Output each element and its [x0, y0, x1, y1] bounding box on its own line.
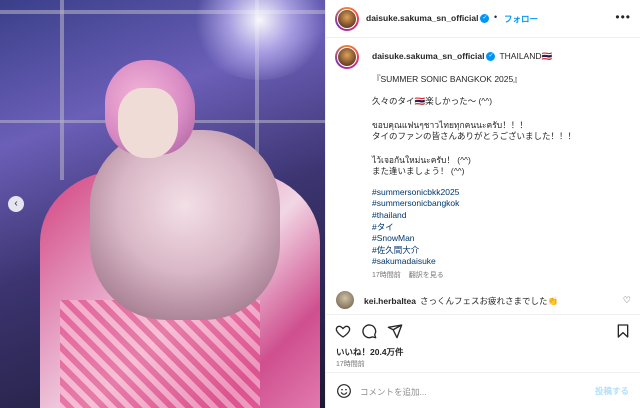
post-caption: daisuke.sakuma_sn_official ✓ THAILAND🇹🇭 『S…	[326, 38, 640, 286]
verified-badge-icon: ✓	[480, 14, 490, 24]
hashtag-link[interactable]: #SnowMan	[372, 233, 415, 243]
caption-time: 17時間前	[372, 272, 401, 279]
caption-author-avatar[interactable]	[335, 45, 359, 69]
comment-composer: 投稿する	[326, 372, 640, 408]
post-comment-button[interactable]: 投稿する	[595, 385, 629, 397]
comment-like-heart-icon[interactable]: ♡	[623, 295, 631, 306]
hashtag-link[interactable]: #summersonicbkk2025	[372, 187, 459, 197]
hashtag-link[interactable]: #sakumadaisuke	[372, 256, 436, 266]
performer-fur-collar	[90, 130, 280, 320]
caption-location[interactable]: THAILAND🇹🇭	[499, 51, 552, 61]
post-photo[interactable]: ‹	[0, 0, 325, 408]
caption-line: タイのファンの皆さんありがとうございました！！！	[372, 131, 577, 141]
commenter-avatar[interactable]	[336, 291, 354, 309]
caption-line: 『SUMMER SONIC BANGKOK 2025』	[372, 74, 522, 84]
emoji-icon[interactable]	[336, 383, 352, 399]
post-header: daisuke.sakuma_sn_official ✓ • フォロー •••	[326, 0, 640, 38]
comment-text: kei.herbaltea さっくんフェスお疲れさまでした👏	[364, 295, 558, 307]
hashtag-link[interactable]: #summersonicbangkok	[372, 198, 459, 208]
comment-row: kei.herbaltea さっくんフェスお疲れさまでした👏 ♡	[326, 286, 640, 314]
caption-header: daisuke.sakuma_sn_official ✓ THAILAND🇹🇭	[372, 51, 552, 62]
post-side-panel: daisuke.sakuma_sn_official ✓ • フォロー ••• d…	[325, 0, 640, 408]
see-translation-link[interactable]: 翻訳を見る	[409, 272, 444, 279]
hashtag-link[interactable]: #タイ	[372, 221, 394, 233]
share-send-icon[interactable]	[387, 323, 403, 339]
like-heart-icon[interactable]	[335, 323, 351, 339]
instagram-post-modal: ‹ daisuke.sakuma_sn_official ✓ • フォロー •••…	[0, 0, 640, 408]
stage-light	[190, 0, 325, 80]
verified-badge-icon: ✓	[486, 52, 496, 62]
caption-username[interactable]: daisuke.sakuma_sn_official	[372, 51, 484, 61]
hashtag-link[interactable]: #佐久間大介	[372, 244, 419, 256]
comment-bubble-icon[interactable]	[361, 323, 377, 339]
like-count[interactable]: いいね！20.4万件	[336, 346, 404, 358]
chevron-left-icon: ‹	[14, 198, 18, 209]
caption-meta: 17時間前 翻訳を見る	[372, 270, 444, 280]
hashtag-link[interactable]: #thailand	[372, 210, 407, 220]
post-actions: いいね！20.4万件 17時間前	[326, 314, 640, 374]
author-username[interactable]: daisuke.sakuma_sn_official	[366, 13, 478, 23]
caption-line: 久々のタイ🇹🇭楽しかった〜 (^^)	[372, 96, 493, 106]
performer-face	[118, 88, 178, 158]
stage-truss	[60, 0, 64, 180]
separator-dot: •	[494, 12, 498, 22]
follow-button[interactable]: フォロー	[504, 13, 538, 25]
save-bookmark-icon[interactable]	[615, 323, 631, 339]
more-options-icon[interactable]: •••	[615, 10, 631, 24]
prev-image-button[interactable]: ‹	[8, 196, 24, 212]
commenter-username[interactable]: kei.herbaltea	[364, 296, 416, 306]
post-time[interactable]: 17時間前	[336, 359, 365, 369]
comment-body: さっくんフェスお疲れさまでした👏	[419, 296, 559, 306]
author-username-link[interactable]: daisuke.sakuma_sn_official ✓	[366, 13, 490, 24]
caption-line: また逢いましょう！ (^^)	[372, 166, 465, 176]
author-avatar[interactable]	[335, 7, 359, 31]
comment-input[interactable]	[360, 385, 580, 399]
